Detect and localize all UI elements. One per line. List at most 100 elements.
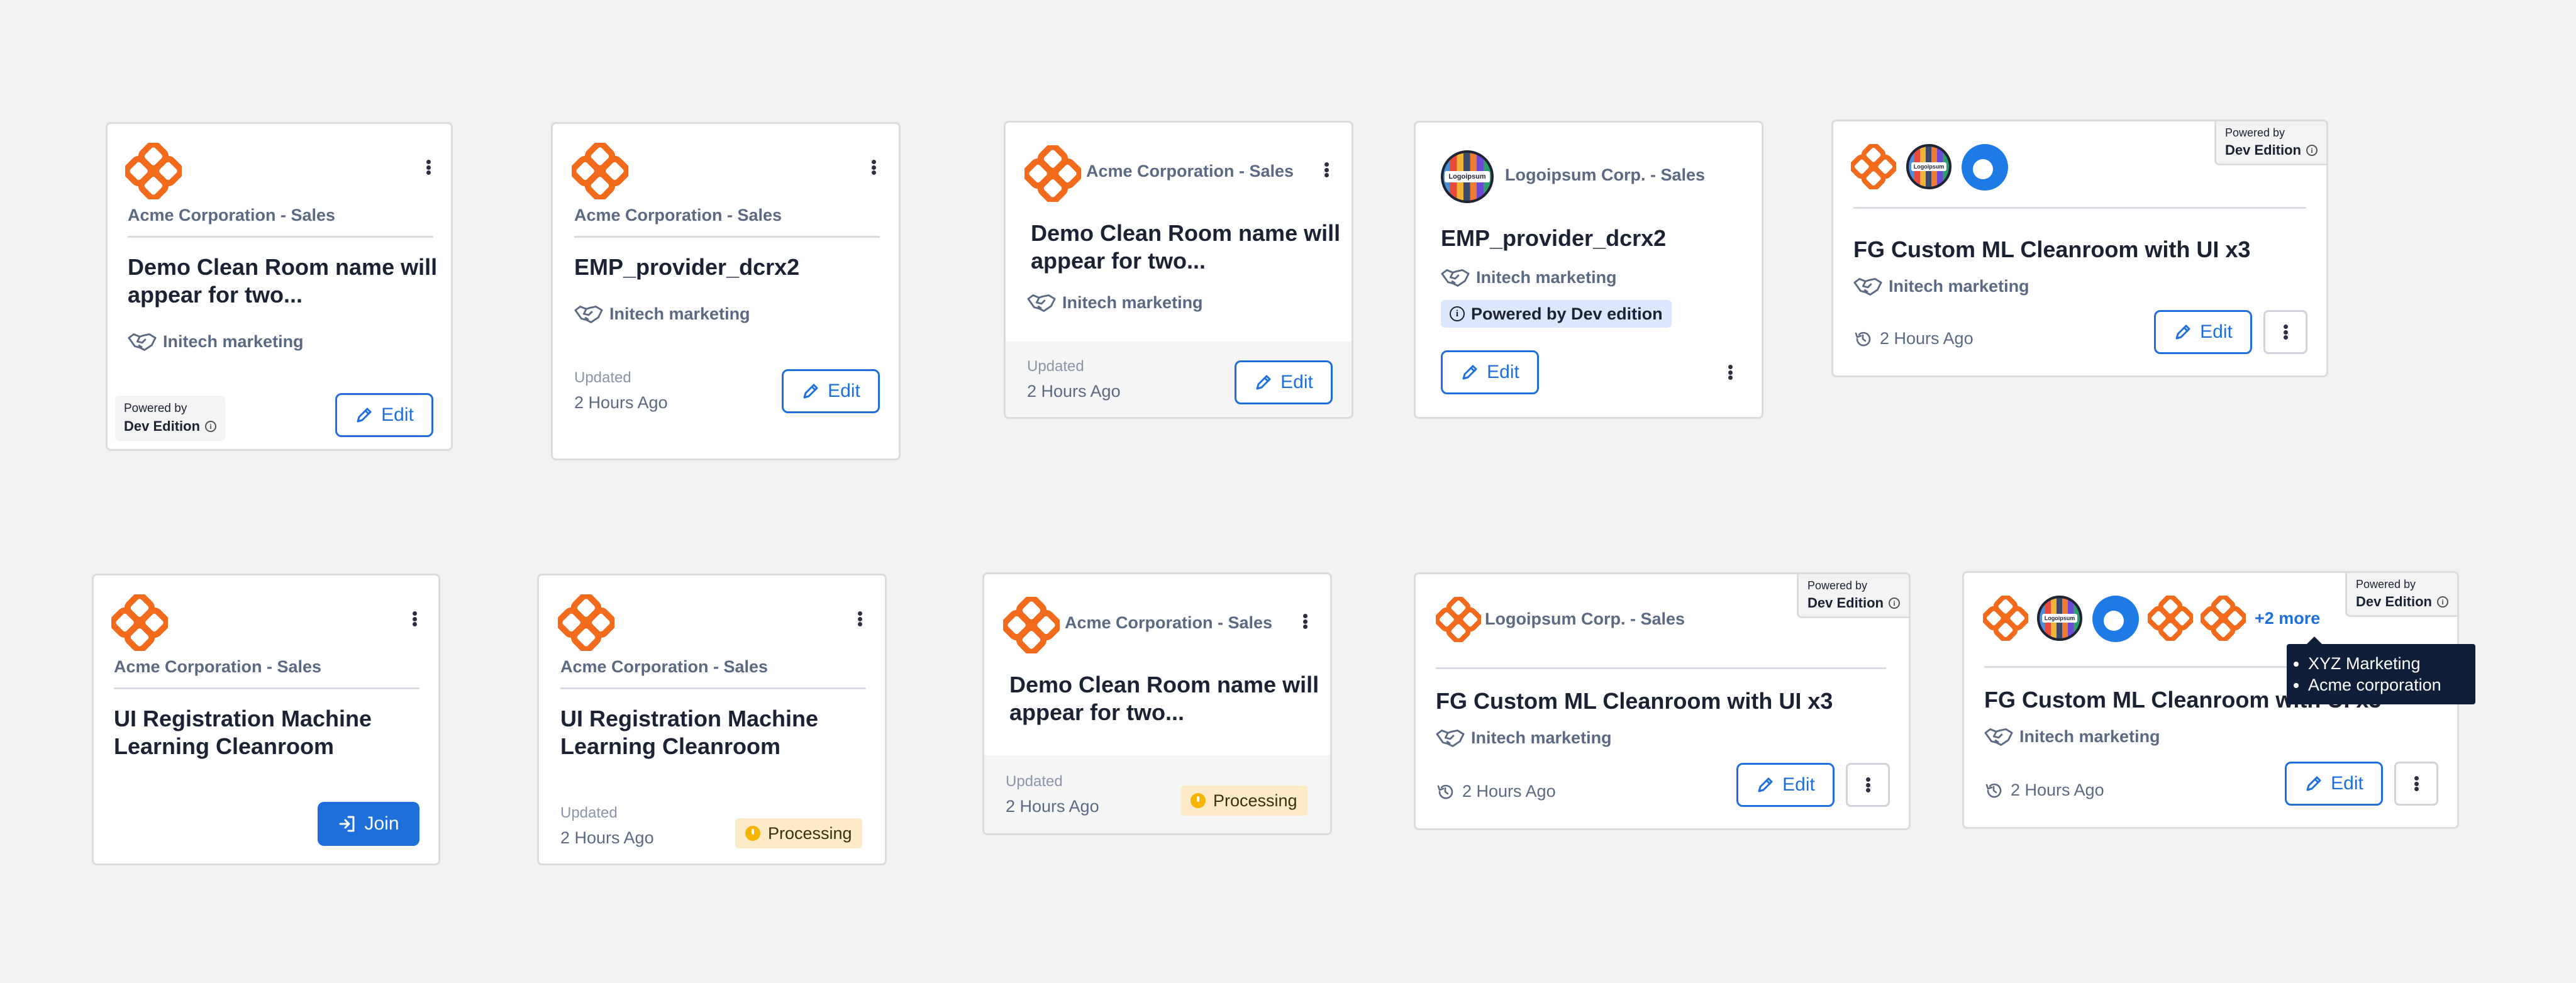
clean-room-card[interactable]: Acme Corporation - Sales UI Registration… <box>537 574 887 865</box>
logoipsum-logo-icon: Logoipsum <box>1441 150 1494 203</box>
history-icon <box>1984 781 2003 800</box>
handshake-icon <box>1441 265 1470 290</box>
clean-room-card[interactable]: Acme Corporation - Sales Demo Clean Room… <box>106 122 453 451</box>
divider <box>1984 666 2324 668</box>
card-title: Demo Clean Room name will appear for two… <box>1009 672 1319 725</box>
processing-badge: Processing <box>735 818 862 848</box>
logoipsum-logo-icon: Logoipsum <box>1906 144 1951 189</box>
powered-by-badge: Powered by Dev Edition i <box>1796 574 1909 618</box>
join-icon <box>338 814 357 833</box>
edit-label: Edit <box>381 404 414 425</box>
handshake-icon <box>1027 290 1056 315</box>
updated-time: 2 Hours Ago <box>574 393 668 412</box>
last-updated: 2 Hours Ago <box>1436 782 1556 801</box>
card-subtitle: Acme Corporation - Sales <box>128 206 336 225</box>
handshake-icon <box>1984 724 2013 749</box>
acme-logo-icon <box>558 594 614 651</box>
join-label: Join <box>364 813 399 834</box>
processing-label: Processing <box>768 823 852 843</box>
more-options-button[interactable] <box>2394 762 2438 806</box>
participant: Initech marketing <box>1027 290 1203 315</box>
powered-by-dev-edition-badge: i Powered by Dev edition <box>1441 300 1672 328</box>
powered-by-label: Powered by <box>2355 578 2416 591</box>
edit-button[interactable]: Edit <box>2154 310 2252 354</box>
more-options-icon[interactable] <box>867 157 880 178</box>
powered-by-label: Powered by <box>2224 126 2285 139</box>
acme-logo-icon <box>572 143 628 199</box>
divider <box>128 236 433 238</box>
updated-time: 2 Hours Ago <box>560 828 654 847</box>
clean-room-card[interactable]: Acme Corporation - Sales UI Registration… <box>92 574 440 865</box>
participant: Initech marketing <box>1436 725 1612 750</box>
handshake-icon <box>1853 274 1882 299</box>
blue-partner-logo-icon <box>1962 144 2008 191</box>
clean-room-card[interactable]: Logoipsum Logoipsum Corp. - Sales EMP_pr… <box>1414 121 1763 419</box>
participant-name: Initech marketing <box>163 331 304 351</box>
tooltip-item: Acme corporation <box>2308 674 2462 696</box>
clean-room-card[interactable]: Acme Corporation - Sales Demo Clean Room… <box>982 572 1332 835</box>
pencil-icon <box>1254 373 1273 392</box>
clean-room-card[interactable]: Acme Corporation - Sales EMP_provider_dc… <box>551 122 901 460</box>
more-participants-link[interactable]: +2 more <box>2255 609 2320 628</box>
card-title: UI Registration Machine Learning Cleanro… <box>560 706 819 759</box>
clean-room-card[interactable]: Logoipsum Corp. - Sales Powered by Dev E… <box>1414 572 1911 830</box>
info-icon[interactable]: i <box>2437 596 2448 608</box>
blue-partner-logo-icon <box>2092 596 2139 642</box>
acme-logo-icon <box>1851 144 1896 189</box>
more-options-button[interactable] <box>1846 763 1890 807</box>
tooltip-item: XYZ Marketing <box>2308 653 2462 674</box>
pencil-icon <box>2304 774 2323 793</box>
more-options-button[interactable] <box>2263 310 2307 354</box>
more-options-icon[interactable] <box>422 157 435 178</box>
handshake-icon <box>1436 725 1465 750</box>
history-icon <box>1853 330 1872 348</box>
divider <box>1853 207 2306 209</box>
updated-time: 2 Hours Ago <box>1880 329 1974 348</box>
more-options-icon <box>2410 773 2423 794</box>
last-updated: 2 Hours Ago <box>1984 780 2104 800</box>
join-button[interactable]: Join <box>318 802 419 846</box>
edit-button[interactable]: Edit <box>1736 763 1835 807</box>
info-icon: i <box>1450 306 1465 321</box>
more-options-icon[interactable] <box>853 608 866 630</box>
clean-room-card[interactable]: Acme Corporation - Sales Demo Clean Room… <box>1004 121 1353 419</box>
updated-label: Updated <box>574 369 631 386</box>
updated-label: Updated <box>1027 358 1084 375</box>
edit-button[interactable]: Edit <box>1441 350 1539 394</box>
participant: Initech marketing <box>128 329 304 354</box>
edit-button[interactable]: Edit <box>335 393 433 437</box>
participant-name: Initech marketing <box>2019 726 2160 746</box>
participant-name: Initech marketing <box>1471 728 1612 747</box>
info-icon[interactable]: i <box>1889 597 1900 609</box>
powered-by-badge: Powered by Dev Edition i <box>2214 121 2326 165</box>
handshake-icon <box>574 301 603 326</box>
more-options-icon[interactable] <box>1724 362 1736 383</box>
card-subtitle: Acme Corporation - Sales <box>1086 162 1294 180</box>
updated-label: Updated <box>560 804 618 821</box>
badge-label: Powered by Dev edition <box>1471 304 1663 323</box>
info-icon[interactable]: i <box>205 421 217 432</box>
edit-button[interactable]: Edit <box>2285 762 2383 806</box>
edit-button[interactable]: Edit <box>782 369 880 413</box>
logoipsum-logo-icon: Logoipsum <box>2037 596 2082 641</box>
last-updated: 2 Hours Ago <box>1853 329 1974 348</box>
acme-logo-icon <box>2201 596 2246 641</box>
more-options-icon[interactable] <box>1320 159 1333 180</box>
updated-time: 2 Hours Ago <box>2011 780 2104 799</box>
card-title: EMP_provider_dcrx2 <box>574 254 800 280</box>
edit-button[interactable]: Edit <box>1235 360 1333 404</box>
acme-logo-icon <box>125 143 182 199</box>
participant: Initech marketing <box>1441 265 1617 290</box>
acme-logo-icon <box>2148 596 2193 641</box>
participant-name: Initech marketing <box>1476 267 1617 287</box>
processing-status-icon <box>1191 793 1206 808</box>
card-title: FG Custom ML Cleanroom with UI x3 <box>1436 688 1833 714</box>
info-icon[interactable]: i <box>2306 145 2318 156</box>
powered-by-badge: Powered by Dev Edition i <box>115 396 226 441</box>
powered-by-label: Powered by <box>124 402 187 415</box>
edit-label: Edit <box>828 380 860 401</box>
clean-room-card[interactable]: Logoipsum Powered by Dev Edition i FG Cus… <box>1831 119 2328 377</box>
more-options-icon[interactable] <box>408 608 421 630</box>
handshake-icon <box>128 329 157 354</box>
more-options-icon[interactable] <box>1299 611 1311 632</box>
